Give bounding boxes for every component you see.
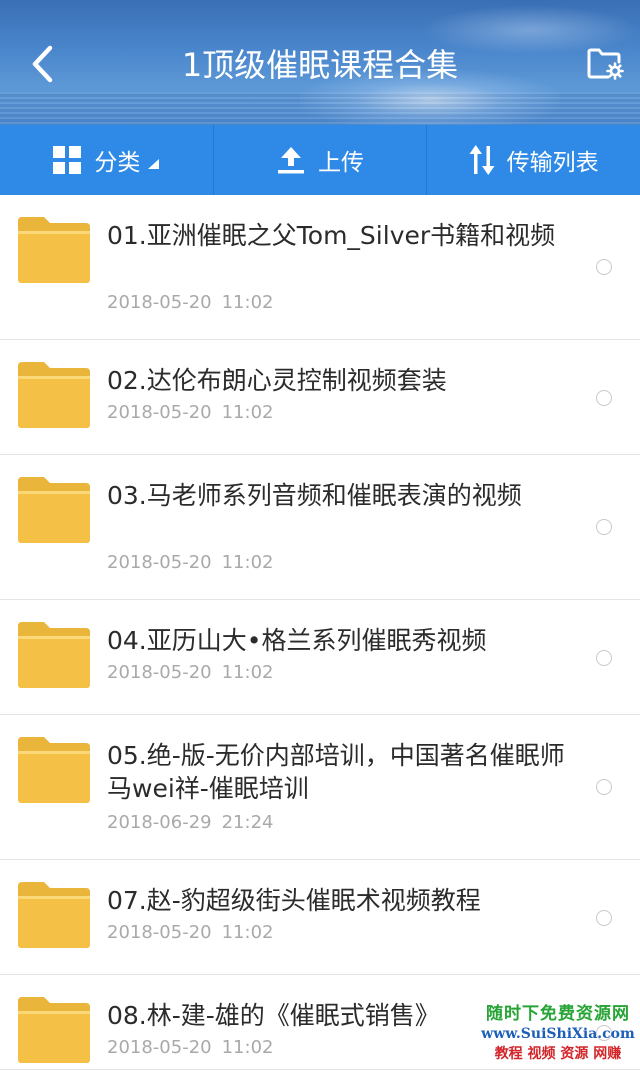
file-modified: 2018-05-20 11:02 (107, 292, 273, 314)
select-radio[interactable] (596, 650, 612, 666)
page-title: 1顶级催眠课程合集 (181, 46, 459, 84)
file-modified: 2018-05-20 11:02 (107, 402, 273, 424)
select-radio[interactable] (596, 519, 612, 535)
upload-button[interactable]: 上传 (212, 125, 427, 195)
site-watermark: 随时下免费资源网 www.SuiShiXia.com 教程 视频 资源 网赚 (476, 1003, 640, 1070)
folder-icon (18, 362, 90, 428)
select-radio[interactable] (596, 259, 612, 275)
file-date: 2018-05-20 (107, 662, 212, 683)
watermark-line-2: www.SuiShiXia.com (481, 1026, 635, 1042)
file-date: 2018-05-20 (107, 292, 212, 313)
folder-icon (18, 217, 90, 283)
transfer-list-label: 传输列表 (506, 150, 599, 176)
file-date: 2018-05-20 (107, 552, 212, 573)
file-name: 02.达伦布朗心灵控制视频套装 (107, 366, 447, 395)
file-time: 11:02 (221, 552, 274, 573)
file-row[interactable]: 02.达伦布朗心灵控制视频套装 2018-05-20 11:02 (0, 340, 640, 455)
header-bar: 1顶级催眠课程合集 (0, 0, 640, 125)
file-date: 2018-05-20 (107, 1037, 212, 1058)
file-modified: 2018-05-20 11:02 (107, 662, 273, 684)
file-time: 11:02 (221, 292, 274, 313)
category-label: 分类 (94, 150, 141, 176)
file-name: 01.亚洲催眠之父Tom_Silver书籍和视频 (107, 221, 556, 250)
folder-icon (18, 737, 90, 803)
file-name: 07.赵-豹超级街头催眠术视频教程 (107, 886, 481, 915)
back-button[interactable] (22, 40, 62, 88)
folder-icon (18, 882, 90, 948)
watermark-line-1: 随时下免费资源网 (486, 1004, 630, 1024)
file-time: 11:02 (221, 922, 274, 943)
file-row[interactable]: 05.绝-版-无价内部培训，中国著名催眠师马wei祥-催眠培训 2018-06-2… (0, 715, 640, 860)
file-date: 2018-06-29 (107, 812, 212, 833)
file-time: 11:02 (221, 662, 274, 683)
file-modified: 2018-05-20 11:02 (107, 1037, 273, 1059)
upload-label: 上传 (318, 150, 364, 176)
folder-settings-button[interactable] (584, 42, 626, 84)
folder-icon (18, 997, 90, 1063)
file-date: 2018-05-20 (107, 922, 212, 943)
file-time: 21:24 (221, 812, 274, 833)
category-button[interactable]: 分类 (0, 125, 213, 195)
select-radio[interactable] (596, 910, 612, 926)
file-name: 04.亚历山大•格兰系列催眠秀视频 (107, 626, 487, 655)
file-row[interactable]: 04.亚历山大•格兰系列催眠秀视频 2018-05-20 11:02 (0, 600, 640, 715)
select-radio[interactable] (596, 779, 612, 795)
file-modified: 2018-05-20 11:02 (107, 552, 273, 574)
action-toolbar: 分类 上传 传输列表 (0, 125, 640, 195)
grid-icon (52, 145, 82, 175)
transfer-list-button[interactable]: 传输列表 (426, 125, 640, 195)
folder-icon (18, 622, 90, 688)
file-time: 11:02 (221, 1037, 274, 1058)
file-modified: 2018-06-29 21:24 (107, 812, 273, 834)
watermark-line-3: 教程 视频 资源 网赚 (494, 1046, 622, 1062)
file-time: 11:02 (221, 402, 274, 423)
file-row[interactable]: 01.亚洲催眠之父Tom_Silver书籍和视频 2018-05-20 11:02 (0, 195, 640, 340)
file-name: 05.绝-版-无价内部培训，中国著名催眠师马wei祥-催眠培训 (107, 741, 565, 803)
folder-icon (18, 477, 90, 543)
file-row[interactable]: 03.马老师系列音频和催眠表演的视频 2018-05-20 11:02 (0, 455, 640, 600)
file-list: 01.亚洲催眠之父Tom_Silver书籍和视频 2018-05-20 11:02 0… (0, 195, 640, 1070)
file-date: 2018-05-20 (107, 402, 212, 423)
select-radio[interactable] (596, 390, 612, 406)
triangle-down-icon (146, 150, 160, 170)
chevron-left-icon (32, 45, 53, 83)
folder-gear-icon (587, 48, 624, 80)
file-name: 03.马老师系列音频和催眠表演的视频 (107, 481, 522, 510)
transfer-arrows-icon (469, 144, 495, 176)
file-modified: 2018-05-20 11:02 (107, 922, 273, 944)
upload-icon (276, 145, 306, 175)
header-background-waves (0, 92, 640, 125)
file-row[interactable]: 07.赵-豹超级街头催眠术视频教程 2018-05-20 11:02 (0, 860, 640, 975)
